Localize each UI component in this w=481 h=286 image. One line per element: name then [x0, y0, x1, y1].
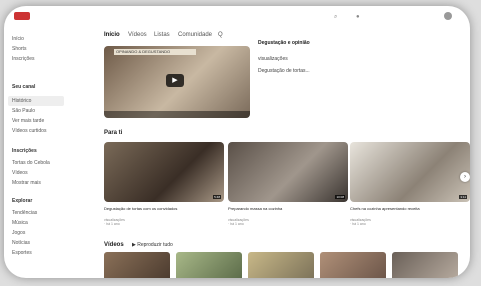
video-thumbnail[interactable]: 10:08 [228, 142, 348, 202]
player-controls[interactable] [104, 111, 250, 118]
chevron-right-icon[interactable]: › [460, 172, 470, 182]
sidebar-section-inscricoes: Inscrições [12, 148, 37, 154]
sidebar: Início Shorts Inscrições Seu canal Histó… [4, 26, 92, 278]
tab-videos[interactable]: Vídeos [128, 32, 147, 38]
video-title[interactable]: Chefs na cozinha apresentando receita [350, 206, 468, 211]
sidebar-item-channel[interactable]: Tortas do Cebola [12, 160, 50, 166]
tab-search-icon[interactable]: Q [218, 32, 223, 38]
tab-inicio[interactable]: Início [104, 32, 120, 38]
top-bar: ⌕ ● [4, 6, 470, 26]
mic-icon[interactable]: ● [356, 14, 360, 20]
sidebar-item-sao-paulo[interactable]: São Paulo [12, 108, 35, 114]
sidebar-item-jogos[interactable]: Jogos [12, 230, 25, 236]
featured-banner: OPINANDO & DEGUSTANDO [114, 49, 196, 55]
tab-comunidade[interactable]: Comunidade [178, 32, 212, 38]
play-icon[interactable]: ▶ [166, 74, 184, 87]
sidebar-item-shorts[interactable]: Shorts [12, 46, 26, 52]
featured-video-player[interactable]: OPINANDO & DEGUSTANDO ▶ [104, 46, 250, 118]
video-meta: visualizações · há 1 ano [104, 218, 125, 226]
video-thumbnail[interactable] [248, 252, 314, 278]
video-title[interactable]: Preparando massa na cozinha [228, 206, 346, 211]
youtube-logo-icon[interactable] [14, 12, 30, 20]
sidebar-item-historico[interactable]: Histórico [12, 98, 31, 104]
video-thumbnail[interactable] [176, 252, 242, 278]
sidebar-item-musica[interactable]: Música [12, 220, 28, 226]
featured-description: Degustação de tortas... [258, 68, 310, 74]
sidebar-item-videos-curtidos[interactable]: Vídeos curtidos [12, 128, 46, 134]
play-all-button[interactable]: ▶ Reproduzir tudo [132, 242, 173, 248]
search-icon[interactable]: ⌕ [334, 14, 337, 21]
video-duration: 10:08 [335, 195, 345, 199]
sidebar-item-mostrar-mais[interactable]: Mostrar mais [12, 180, 41, 186]
tab-listas[interactable]: Listas [154, 32, 170, 38]
video-duration: 3:11 [459, 195, 467, 199]
video-thumbnail[interactable] [320, 252, 386, 278]
video-meta: visualizações · há 1 ano [228, 218, 249, 226]
sidebar-item-videos[interactable]: Vídeos [12, 170, 28, 176]
featured-meta: visualizações [258, 56, 288, 62]
sidebar-item-esportes[interactable]: Esportes [12, 250, 32, 256]
browser-window: ⌕ ● Início Shorts Inscrições Seu canal H… [4, 6, 470, 278]
sidebar-item-inscricoes[interactable]: Inscrições [12, 56, 35, 62]
sidebar-item-tendencias[interactable]: Tendências [12, 210, 37, 216]
video-thumbnail[interactable] [392, 252, 458, 278]
sidebar-item-noticias[interactable]: Notícias [12, 240, 30, 246]
sidebar-item-inicio[interactable]: Início [12, 36, 24, 42]
sidebar-item-ver-mais-tarde[interactable]: Ver mais tarde [12, 118, 44, 124]
video-thumbnail[interactable]: 5:48 [104, 142, 224, 202]
sidebar-section-explorar: Explorar [12, 198, 33, 204]
sidebar-item-seu-canal[interactable]: Seu canal [12, 84, 35, 90]
video-thumbnail[interactable] [104, 252, 170, 278]
video-title[interactable]: Degustação de tortas com os convidados [104, 206, 222, 211]
avatar[interactable] [444, 12, 452, 20]
video-meta: visualizações · há 1 ano [350, 218, 371, 226]
section-title-videos: Vídeos [104, 242, 124, 248]
section-title-para-ti: Para ti [104, 130, 123, 136]
video-duration: 5:48 [213, 195, 221, 199]
featured-title[interactable]: Degustação e opinião [258, 40, 310, 46]
video-thumbnail[interactable]: 3:11 [350, 142, 470, 202]
